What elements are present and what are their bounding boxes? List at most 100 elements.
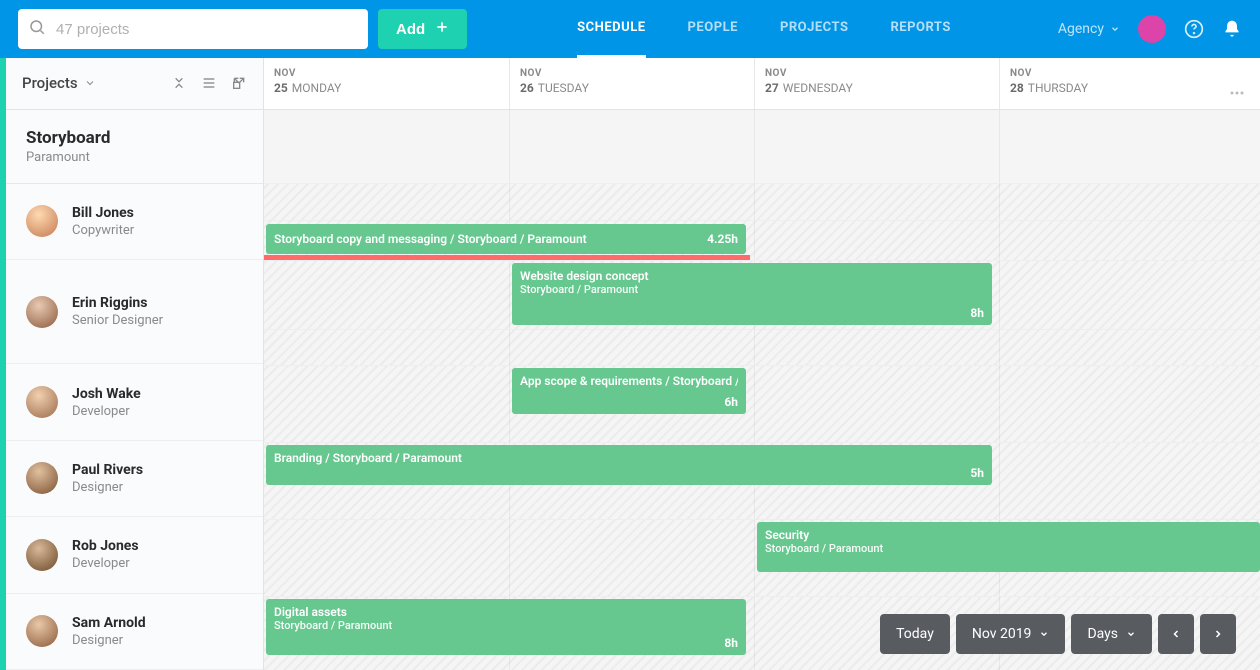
avatar xyxy=(26,615,58,647)
person-role: Designer xyxy=(72,480,143,495)
timeline-row[interactable]: Branding / Storyboard / Paramount 5h xyxy=(264,443,1260,520)
nav-people[interactable]: PEOPLE xyxy=(688,0,738,58)
more-icon[interactable] xyxy=(1230,80,1244,99)
chevron-down-icon xyxy=(1110,24,1120,34)
nav: SCHEDULE PEOPLE PROJECTS REPORTS xyxy=(577,0,951,58)
external-link-icon[interactable] xyxy=(231,75,247,91)
person-name: Paul Rivers xyxy=(72,462,143,478)
day-num: 26 xyxy=(520,81,534,95)
task-hours: 6h xyxy=(724,395,738,409)
person-row[interactable]: Paul Rivers Designer xyxy=(6,441,263,517)
avatar xyxy=(26,296,58,328)
collapse-icon[interactable] xyxy=(171,75,187,91)
task-title: Website design concept xyxy=(520,269,984,283)
bell-icon[interactable] xyxy=(1222,19,1242,39)
search-box[interactable] xyxy=(18,9,368,49)
day-num: 25 xyxy=(274,81,288,95)
project-name: Storyboard xyxy=(26,128,243,148)
task-bar[interactable]: Security Storyboard / Paramount xyxy=(757,522,1260,572)
day-header[interactable]: NOV 26TUESDAY xyxy=(510,58,755,109)
plus-icon xyxy=(435,20,449,38)
nav-schedule[interactable]: SCHEDULE xyxy=(577,0,645,58)
chevron-left-icon xyxy=(1170,628,1182,640)
task-hours: 4.25h xyxy=(707,232,738,246)
period-picker[interactable]: Nov 2019 xyxy=(956,614,1066,654)
month-label: NOV xyxy=(765,68,989,79)
day-dow: WEDNESDAY xyxy=(783,81,853,95)
person-role: Developer xyxy=(72,556,139,571)
person-name: Bill Jones xyxy=(72,205,134,221)
person-role: Designer xyxy=(72,633,146,648)
task-subtitle: Storyboard / Paramount xyxy=(765,542,1252,555)
day-header[interactable]: NOV 25 MONDAY xyxy=(264,58,510,109)
chevron-down-icon[interactable] xyxy=(84,77,96,89)
person-name: Erin Riggins xyxy=(72,295,163,311)
user-avatar[interactable] xyxy=(1138,15,1166,43)
person-name: Rob Jones xyxy=(72,538,139,554)
add-button-label: Add xyxy=(396,21,425,38)
person-row[interactable]: Erin Riggins Senior Designer xyxy=(6,260,263,364)
task-title: Branding / Storyboard / Paramount xyxy=(274,451,984,465)
task-title: Storyboard copy and messaging / Storyboa… xyxy=(274,232,587,246)
person-row[interactable]: Sam Arnold Designer xyxy=(6,594,263,670)
add-button[interactable]: Add xyxy=(378,9,467,49)
chevron-right-icon xyxy=(1212,628,1224,640)
header-right: Agency xyxy=(1058,15,1242,43)
task-hours: 8h xyxy=(970,306,984,320)
task-title: Digital assets xyxy=(274,605,738,619)
workspace-switch[interactable]: Agency xyxy=(1058,21,1120,37)
timeline: NOV 25 MONDAY NOV 26TUESDAY NOV 27 WEDNESD… xyxy=(264,58,1260,670)
sidebar: Projects Storyboard Paramount Bill Jon xyxy=(6,58,264,670)
task-subtitle: Storyboard / Paramount xyxy=(274,619,738,632)
avatar xyxy=(26,205,58,237)
chevron-down-icon xyxy=(1039,629,1049,639)
day-header[interactable]: NOV 27 WEDNESDAY xyxy=(755,58,1000,109)
timeline-header: NOV 25 MONDAY NOV 26TUESDAY NOV 27 WEDNESD… xyxy=(264,58,1260,110)
day-header[interactable]: NOV 28THURSDAY xyxy=(1000,58,1260,109)
today-button[interactable]: Today xyxy=(880,614,950,654)
task-subtitle: Storyboard / Paramount xyxy=(520,283,984,296)
avatar xyxy=(26,462,58,494)
grouping-label[interactable]: Projects xyxy=(22,74,78,92)
nav-reports[interactable]: REPORTS xyxy=(890,0,950,58)
task-bar[interactable]: App scope & requirements / Storyboard / … xyxy=(512,368,746,414)
month-label: NOV xyxy=(520,68,744,79)
timeline-row[interactable]: Website design concept Storyboard / Para… xyxy=(264,261,1260,366)
timeline-row[interactable]: Security Storyboard / Paramount xyxy=(264,520,1260,597)
search-input[interactable] xyxy=(46,21,358,38)
nav-projects[interactable]: PROJECTS xyxy=(780,0,849,58)
task-bar[interactable]: Digital assets Storyboard / Paramount 8h xyxy=(266,599,746,655)
avatar xyxy=(26,539,58,571)
workspace-label: Agency xyxy=(1058,21,1104,37)
task-bar[interactable]: Storyboard copy and messaging / Storyboa… xyxy=(266,224,746,254)
day-dow: MONDAY xyxy=(292,81,342,95)
task-bar[interactable]: Branding / Storyboard / Paramount 5h xyxy=(266,445,992,485)
help-icon[interactable] xyxy=(1184,19,1204,39)
task-bar[interactable]: Website design concept Storyboard / Para… xyxy=(512,263,992,325)
month-label: NOV xyxy=(274,68,499,79)
person-name: Josh Wake xyxy=(72,386,141,402)
day-num: 27 xyxy=(765,81,779,95)
prev-button[interactable] xyxy=(1158,614,1194,654)
day-dow: THURSDAY xyxy=(1028,81,1088,95)
timeline-row[interactable]: App scope & requirements / Storyboard / … xyxy=(264,366,1260,443)
sidebar-top: Projects xyxy=(6,58,263,110)
project-header: Storyboard Paramount xyxy=(6,110,263,184)
task-title: App scope & requirements / Storyboard / … xyxy=(520,374,738,388)
person-row[interactable]: Josh Wake Developer xyxy=(6,364,263,440)
view-picker[interactable]: Days xyxy=(1071,614,1152,654)
person-role: Copywriter xyxy=(72,223,134,238)
person-role: Senior Designer xyxy=(72,313,163,328)
list-icon[interactable] xyxy=(201,75,217,91)
timeline-row[interactable]: Storyboard copy and messaging / Storyboa… xyxy=(264,184,1260,261)
avatar xyxy=(26,386,58,418)
search-icon xyxy=(28,18,46,40)
person-row[interactable]: Rob Jones Developer xyxy=(6,517,263,593)
timeline-body[interactable]: Storyboard copy and messaging / Storyboa… xyxy=(264,110,1260,670)
next-button[interactable] xyxy=(1200,614,1236,654)
person-row[interactable]: Bill Jones Copywriter xyxy=(6,184,263,260)
task-title: Security xyxy=(765,528,1252,542)
task-hours: 5h xyxy=(970,466,984,480)
app-header: Add SCHEDULE PEOPLE PROJECTS REPORTS Age… xyxy=(0,0,1260,58)
day-num: 28 xyxy=(1010,81,1024,95)
